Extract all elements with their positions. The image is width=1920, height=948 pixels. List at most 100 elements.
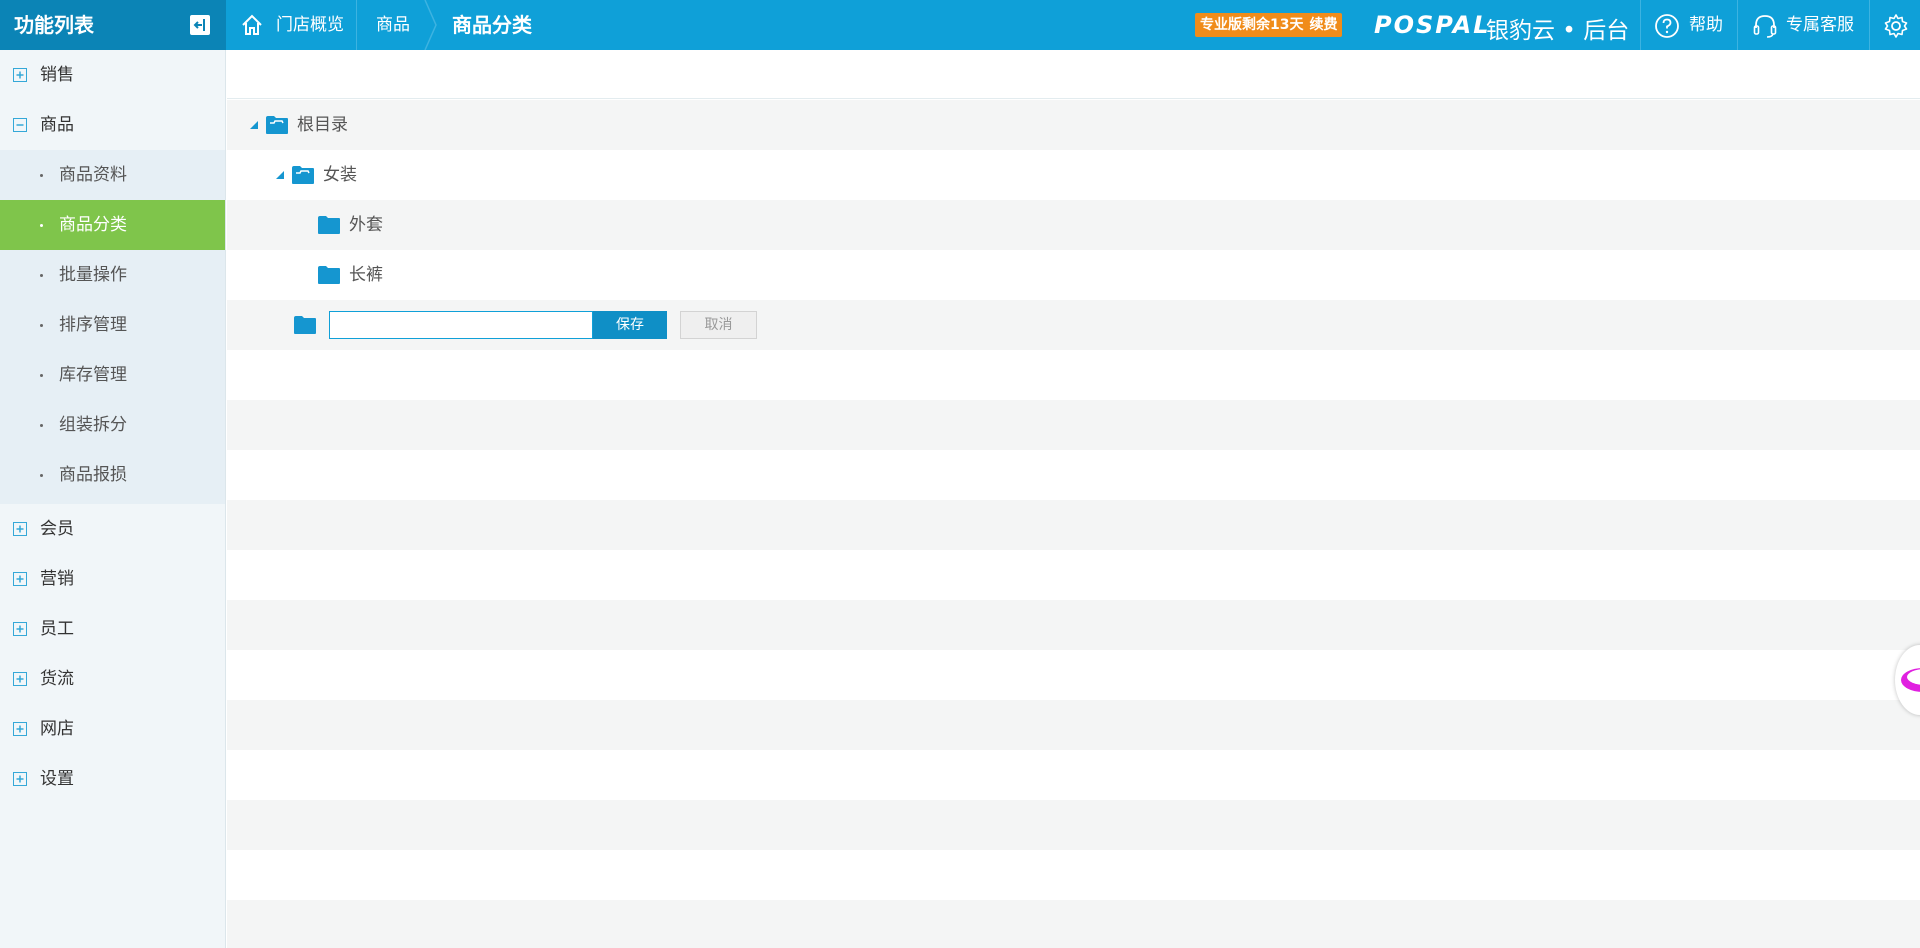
tree-row: 外套 [227, 200, 1920, 250]
bullet-icon [40, 424, 43, 427]
tree-row [227, 750, 1920, 800]
expand-plus-icon [13, 722, 27, 736]
expand-plus-icon [13, 68, 27, 82]
breadcrumb-separator-icon [424, 0, 437, 50]
open-folder-icon [266, 116, 288, 134]
tree-row [227, 350, 1920, 400]
category-tree-panel: 根目录 女装 外套 长裤 保存 取消 [227, 50, 1920, 948]
customer-service-button[interactable]: 专属客服 [1737, 0, 1869, 50]
tree-node-label: 女装 [323, 165, 357, 185]
expand-plus-icon [13, 522, 27, 536]
sidebar-group-marketing[interactable]: 营销 [0, 554, 225, 604]
bullet-icon [40, 174, 43, 177]
expand-plus-icon [13, 772, 27, 786]
renew-link[interactable]: 续费 [1309, 17, 1337, 33]
sidebar-item-goods-loss[interactable]: 商品报损 [0, 450, 225, 500]
bullet-icon [40, 274, 43, 277]
expand-plus-icon [13, 572, 27, 586]
expand-plus-icon [13, 672, 27, 686]
sidebar-group-settings[interactable]: 设置 [0, 754, 225, 804]
sidebar-item-label: 商品资料 [59, 165, 127, 185]
tree-row [227, 700, 1920, 750]
collapse-minus-icon [13, 118, 27, 132]
sidebar: 销售 商品 商品资料 商品分类 批量操作 排序管理 库存管理 组装拆分 商品报损… [0, 50, 226, 948]
sidebar-group-label: 营销 [40, 569, 74, 589]
folder-icon [318, 216, 340, 234]
sidebar-group-label: 货流 [40, 669, 74, 689]
sidebar-group-label: 商品 [40, 115, 74, 135]
folder-icon [294, 316, 316, 334]
sidebar-item-sort-management[interactable]: 排序管理 [0, 300, 225, 350]
breadcrumb-home-label: 门店概览 [276, 15, 344, 35]
logo-cn-text: 银豹云 • 后台 [1486, 18, 1630, 44]
sidebar-group-online-store[interactable]: 网店 [0, 704, 225, 754]
sidebar-item-goods-info[interactable]: 商品资料 [0, 150, 225, 200]
bullet-icon [40, 224, 43, 227]
new-category-row: 保存 取消 [227, 300, 1920, 350]
sidebar-item-label: 组装拆分 [59, 415, 127, 435]
sidebar-item-batch-ops[interactable]: 批量操作 [0, 250, 225, 300]
tree-row [227, 850, 1920, 900]
sidebar-group-logistics[interactable]: 货流 [0, 654, 225, 704]
tree-row [227, 500, 1920, 550]
sidebar-item-label: 批量操作 [59, 265, 127, 285]
tree-node-label: 外套 [349, 215, 383, 235]
help-icon [1655, 14, 1679, 38]
sidebar-item-label: 商品报损 [59, 465, 127, 485]
tree-row [227, 900, 1920, 948]
collapse-sidebar-icon[interactable] [190, 15, 210, 35]
folder-icon [318, 266, 340, 284]
sidebar-item-assembly-split[interactable]: 组装拆分 [0, 400, 225, 450]
sidebar-group-sales[interactable]: 销售 [0, 50, 225, 100]
sidebar-item-goods-category[interactable]: 商品分类 [0, 200, 225, 250]
tree-row: 根目录 [227, 100, 1920, 150]
sidebar-title: 功能列表 [14, 13, 94, 37]
customer-service-label: 专属客服 [1786, 15, 1854, 35]
expanded-triangle-icon[interactable] [249, 120, 259, 130]
top-bar: 功能列表 门店概览 商品 商品分类 专业版剩余13天 续费 POSPAL 银豹云 … [0, 0, 1920, 50]
expand-plus-icon [13, 622, 27, 636]
sidebar-group-staff[interactable]: 员工 [0, 604, 225, 654]
new-category-name-input[interactable] [329, 311, 593, 339]
sidebar-item-stock-management[interactable]: 库存管理 [0, 350, 225, 400]
settings-button[interactable] [1869, 0, 1920, 50]
tree-row [227, 400, 1920, 450]
goods-submenu: 商品资料 商品分类 批量操作 排序管理 库存管理 组装拆分 商品报损 [0, 150, 225, 504]
sidebar-item-label: 排序管理 [59, 315, 127, 335]
sidebar-group-label: 销售 [40, 65, 74, 85]
tree-row: 女装 [227, 150, 1920, 200]
expanded-triangle-icon[interactable] [275, 170, 285, 180]
save-button[interactable]: 保存 [593, 311, 667, 339]
sidebar-group-label: 网店 [40, 719, 74, 739]
tree-row: 长裤 [227, 250, 1920, 300]
trial-badge[interactable]: 专业版剩余13天 续费 [1195, 13, 1343, 37]
sidebar-group-label: 会员 [40, 519, 74, 539]
tree-node-label: 长裤 [349, 265, 383, 285]
help-button[interactable]: 帮助 [1640, 0, 1737, 50]
sidebar-item-label: 商品分类 [59, 215, 127, 235]
trial-days-text: 专业版剩余13天 [1200, 17, 1304, 33]
tree-row [227, 550, 1920, 600]
sidebar-group-label: 员工 [40, 619, 74, 639]
tree-row [227, 600, 1920, 650]
tree-row [227, 800, 1920, 850]
sidebar-group-label: 设置 [40, 769, 74, 789]
logo-pospal-text: POSPAL [1374, 11, 1491, 39]
headset-icon [1753, 15, 1777, 38]
sidebar-group-members[interactable]: 会员 [0, 504, 225, 554]
sidebar-item-label: 库存管理 [59, 365, 127, 385]
breadcrumb-home[interactable]: 门店概览 [226, 0, 357, 50]
breadcrumb-goods[interactable]: 商品 [358, 0, 428, 50]
home-icon [242, 14, 262, 35]
breadcrumb-current: 商品分类 [452, 13, 532, 37]
sidebar-group-goods[interactable]: 商品 [0, 100, 225, 150]
bullet-icon [40, 324, 43, 327]
bullet-icon [40, 474, 43, 477]
bullet-icon [40, 374, 43, 377]
sidebar-header: 功能列表 [0, 0, 226, 50]
tree-row [227, 650, 1920, 700]
cancel-button[interactable]: 取消 [680, 311, 757, 339]
tree-node-label: 根目录 [297, 115, 348, 135]
help-label: 帮助 [1689, 15, 1723, 35]
gear-icon [1884, 14, 1908, 38]
